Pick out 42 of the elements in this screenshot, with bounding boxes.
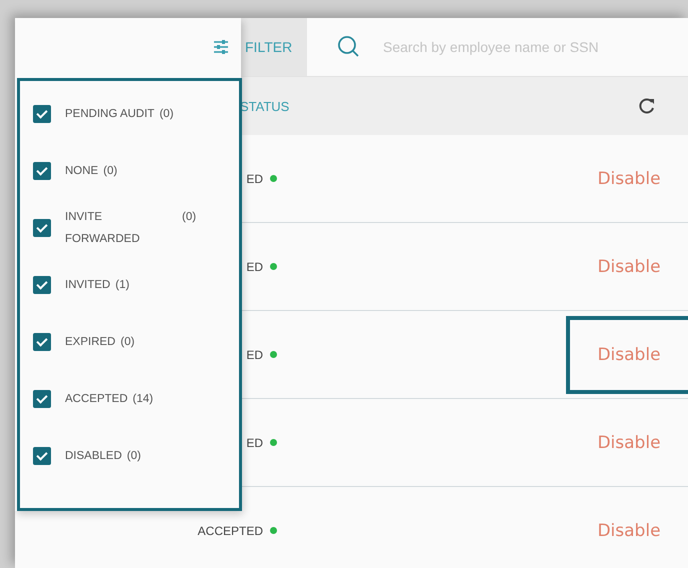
filter-option[interactable]: EXPIRED (0) xyxy=(20,313,239,370)
checkbox[interactable] xyxy=(33,332,51,350)
checkbox[interactable] xyxy=(33,104,51,122)
option-count: (0) xyxy=(120,334,135,350)
option-label: INVITE FORWARDED xyxy=(65,210,141,246)
option-label: INVITED xyxy=(65,278,110,292)
column-header: STATUS xyxy=(240,98,290,114)
status-text: ED xyxy=(246,348,263,362)
filter-option[interactable]: DISABLED (0) xyxy=(20,427,239,484)
checkbox[interactable] xyxy=(33,162,51,180)
option-label: EXPIRED xyxy=(65,334,116,350)
option-count: (0) xyxy=(126,448,141,464)
option-count: (0) xyxy=(103,164,118,178)
status-dot xyxy=(270,527,277,534)
filter-option[interactable]: NONE (0) xyxy=(20,142,239,199)
status-dot xyxy=(270,175,277,182)
status-dot xyxy=(270,351,277,358)
status-text: ED xyxy=(246,260,263,274)
checkbox[interactable] xyxy=(33,276,51,294)
status-dot xyxy=(270,439,277,446)
status-text: ED xyxy=(246,436,263,450)
status-text: ED xyxy=(246,172,263,186)
option-count: (1) xyxy=(115,278,130,292)
option-count: (14) xyxy=(132,392,154,406)
filter-option[interactable]: INVITE FORWARDED (0) xyxy=(20,199,239,256)
status-text: ACCEPTED xyxy=(198,524,263,538)
option-label: PENDING AUDIT xyxy=(65,106,154,122)
checkbox[interactable] xyxy=(33,446,51,464)
option-count: (0) xyxy=(182,210,196,224)
option-label: NONE xyxy=(65,164,98,178)
checkbox[interactable] xyxy=(33,390,51,408)
search-icon xyxy=(337,35,361,59)
filter-option[interactable]: PENDING AUDIT (0) xyxy=(20,85,239,142)
filter-option[interactable]: ACCEPTED (14) xyxy=(20,370,239,427)
option-count: (0) xyxy=(159,106,174,122)
option-label: ACCEPTED xyxy=(65,392,128,406)
status-dot xyxy=(270,263,277,270)
filter-option[interactable]: INVITED (1) xyxy=(20,256,239,313)
refresh-icon[interactable] xyxy=(638,97,656,115)
filter-sliders-icon[interactable] xyxy=(213,39,229,55)
option-label: DISABLED xyxy=(65,448,122,464)
checkbox[interactable] xyxy=(33,218,51,236)
